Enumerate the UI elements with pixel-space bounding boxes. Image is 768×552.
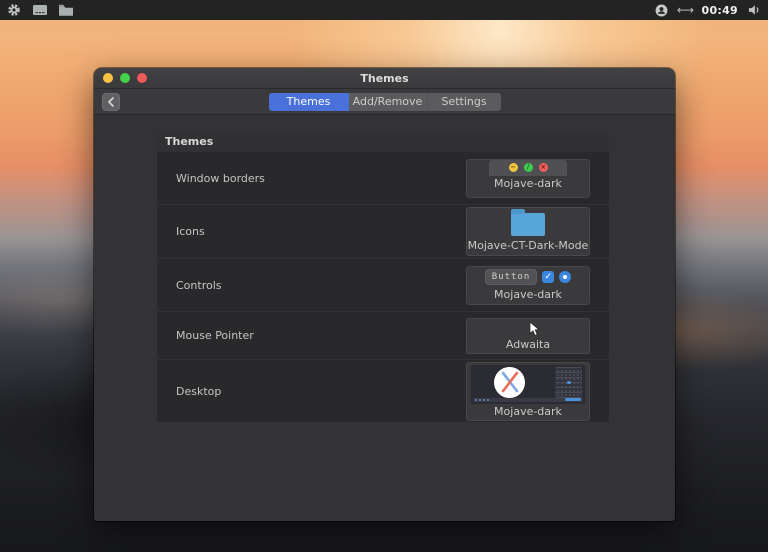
desktop-theme-button[interactable]: Mojave-dark <box>466 362 590 421</box>
row-label: Desktop <box>176 385 221 398</box>
row-mouse-pointer: Mouse Pointer Adwaita <box>157 311 609 359</box>
themes-window: Themes Themes Add/Remove Settings Themes… <box>94 68 675 521</box>
row-label: Icons <box>176 225 205 238</box>
cursor-arrow-icon <box>529 321 541 337</box>
back-button[interactable] <box>102 93 120 111</box>
row-label: Controls <box>176 279 222 292</box>
row-window-borders: Window borders − ∕ × Mojave-dark <box>157 151 609 204</box>
folder-icon[interactable] <box>58 2 74 18</box>
top-panel: ⟷ 00:49 <box>0 0 768 20</box>
mini-maximize-icon: ∕ <box>524 163 533 172</box>
controls-preview: Button ✓ <box>485 269 572 285</box>
maximize-button[interactable] <box>120 73 130 83</box>
headerbar: Themes Add/Remove Settings <box>94 89 675 115</box>
icons-theme-button[interactable]: Mojave-CT-Dark-Mode <box>466 207 590 256</box>
row-desktop: Desktop <box>157 359 609 422</box>
tab-themes[interactable]: Themes <box>269 93 349 111</box>
close-button[interactable] <box>137 73 147 83</box>
theme-name: Mojave-dark <box>494 405 562 418</box>
tab-bar: Themes Add/Remove Settings <box>269 93 501 111</box>
tab-add-remove[interactable]: Add/Remove <box>349 93 427 111</box>
theme-name: Adwaita <box>506 338 550 351</box>
mini-button-preview: Button <box>485 269 538 285</box>
content-area: Themes Window borders − ∕ × Mojave-dark … <box>94 115 675 521</box>
panel-left-launchers <box>6 2 74 18</box>
chevron-left-icon <box>107 97 115 107</box>
user-icon[interactable] <box>653 2 669 18</box>
row-controls: Controls Button ✓ Mojave-dark <box>157 258 609 311</box>
mini-radio-icon <box>559 271 571 283</box>
gear-icon[interactable] <box>6 2 22 18</box>
mini-checkbox-icon: ✓ <box>542 271 554 283</box>
window-title: Themes <box>94 72 675 85</box>
network-icon[interactable]: ⟷ <box>677 2 693 18</box>
section-header: Themes <box>157 132 609 151</box>
row-label: Window borders <box>176 172 265 185</box>
desktop-preview <box>471 365 585 404</box>
titlebar[interactable]: Themes <box>94 68 675 89</box>
mini-calendar-widget <box>555 367 582 398</box>
mini-titlebar-preview: − ∕ × <box>489 160 567 176</box>
tab-settings[interactable]: Settings <box>427 93 501 111</box>
mini-taskbar <box>473 398 583 402</box>
blue-folder-icon <box>511 213 545 236</box>
window-borders-theme-button[interactable]: − ∕ × Mojave-dark <box>466 159 590 198</box>
theme-name: Mojave-dark <box>494 288 562 301</box>
window-controls <box>103 68 147 88</box>
os-x-logo-icon <box>494 367 525 398</box>
mouse-pointer-theme-button[interactable]: Adwaita <box>466 318 590 354</box>
row-label: Mouse Pointer <box>176 329 254 342</box>
controls-theme-button[interactable]: Button ✓ Mojave-dark <box>466 266 590 305</box>
clock[interactable]: 00:49 <box>701 4 738 17</box>
mini-minimize-icon: − <box>509 163 518 172</box>
themes-section: Themes Window borders − ∕ × Mojave-dark … <box>157 132 609 422</box>
minimize-button[interactable] <box>103 73 113 83</box>
mini-close-icon: × <box>539 163 548 172</box>
mini-taskbar-button <box>565 398 581 401</box>
theme-name: Mojave-CT-Dark-Mode <box>468 239 589 252</box>
volume-icon[interactable] <box>746 2 762 18</box>
theme-name: Mojave-dark <box>494 177 562 190</box>
calendar-today-dot <box>567 381 571 385</box>
panel-indicators: ⟷ 00:49 <box>653 2 762 18</box>
laptop-icon[interactable] <box>32 2 48 18</box>
row-icons: Icons Mojave-CT-Dark-Mode <box>157 204 609 258</box>
